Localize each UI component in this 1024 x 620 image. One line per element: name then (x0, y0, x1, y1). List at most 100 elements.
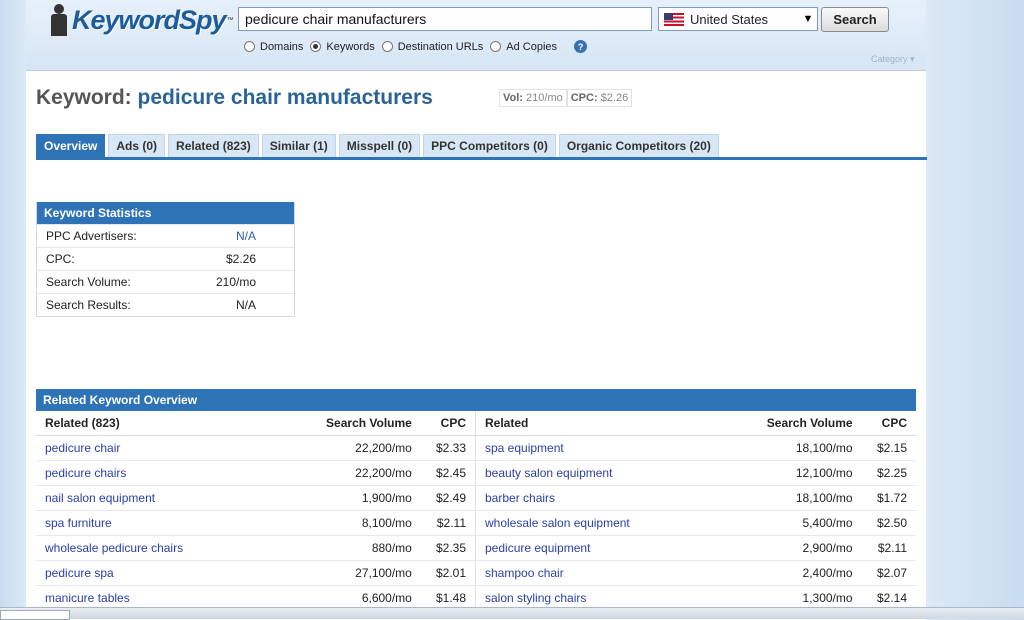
radio-label: Destination URLs (397, 40, 484, 53)
keywordspy-logo[interactable]: KeywordSpy ™ (48, 0, 234, 40)
stat-label: Search Results: (46, 298, 131, 312)
cpc-cell: $1.72 (861, 485, 916, 511)
chevron-down-icon[interactable]: ▼ (799, 13, 817, 25)
keyword-link[interactable]: nail salon equipment (36, 485, 304, 511)
keyword-statistics-panel: Keyword Statistics PPC Advertisers: N/A … (36, 202, 295, 317)
us-flag-icon (664, 12, 684, 26)
radio-dot[interactable] (310, 41, 322, 52)
stat-row: PPC Advertisers: N/A (37, 224, 294, 247)
radio-label: Domains (260, 40, 304, 53)
spy-figure-icon (48, 2, 70, 38)
stat-value: N/A (235, 298, 256, 312)
search-volume-cell: 5,400/mo (744, 510, 862, 536)
table-row: pedicure spa 27,100/mo $2.01 (36, 560, 476, 586)
keyword-link[interactable]: wholesale pedicure chairs (36, 535, 304, 561)
radio-dot[interactable] (381, 41, 393, 52)
keyword-term: pedicure chair manufacturers (137, 86, 433, 109)
tab-misspell[interactable]: Misspell (0) (338, 134, 421, 157)
table-row: shampoo chair 2,400/mo $2.07 (476, 560, 916, 586)
radio-keywords[interactable]: Keywords (310, 41, 375, 53)
status-bar-tab[interactable] (0, 610, 70, 620)
stat-row: Search Results: N/A (37, 293, 294, 316)
radio-domains[interactable]: Domains (244, 41, 303, 53)
cpc-cell: $2.35 (420, 535, 476, 561)
browser-status-bar (0, 607, 1024, 619)
search-volume-cell: 22,200/mo (304, 460, 421, 486)
search-volume-cell: 1,900/mo (304, 485, 421, 511)
table-row: pedicure chair 22,200/mo $2.33 (36, 435, 476, 461)
country-selected-value: United States (690, 11, 769, 27)
cpc-cell: $2.33 (420, 435, 476, 461)
column-header[interactable]: Search Volume (304, 411, 421, 436)
keyword-prefix: Keyword: (36, 86, 132, 109)
keyword-link[interactable]: pedicure equipment (476, 535, 744, 561)
table-row: beauty salon equipment 12,100/mo $2.25 (476, 460, 916, 486)
stat-value-link[interactable]: N/A (211, 229, 256, 243)
cpc-cell: $2.49 (420, 485, 476, 511)
logo-trademark: ™ (226, 16, 234, 24)
cpc-cell: $2.07 (861, 560, 916, 586)
search-volume-cell: 18,100/mo (744, 435, 862, 461)
cpc-cell: $2.15 (861, 435, 916, 461)
keyword-link[interactable]: spa equipment (476, 435, 744, 461)
stat-label: CPC: (46, 252, 75, 266)
radio-destination-urls[interactable]: Destination URLs (381, 40, 484, 53)
cpc-cell: $2.25 (861, 460, 916, 486)
search-type-radios: Domains Keywords Destination URLs Ad Cop… (244, 40, 588, 53)
radio-dot[interactable] (244, 41, 255, 52)
country-select[interactable]: United States ▼ (658, 7, 818, 31)
keyword-link[interactable]: spa furniture (36, 510, 304, 536)
tab-ppc-competitors[interactable]: PPC Competitors (0) (423, 134, 556, 157)
column-header[interactable]: CPC (420, 411, 476, 436)
search-volume-cell: 12,100/mo (744, 460, 862, 486)
cpc-cell: $2.45 (420, 460, 476, 486)
tab-similar[interactable]: Similar (1) (261, 134, 336, 157)
column-header[interactable]: Related (823) (36, 411, 304, 436)
search-volume-cell: 880/mo (304, 535, 421, 561)
search-button[interactable]: Search (821, 7, 889, 32)
logo-text: KeywordSpy (72, 4, 227, 35)
panel-title: Related Keyword Overview (36, 389, 916, 411)
cpc-cell: $2.11 (420, 510, 476, 536)
keyword-link[interactable]: wholesale salon equipment (476, 510, 744, 536)
tab-related[interactable]: Related (823) (168, 134, 259, 157)
cpc-badge: CPC: $2.26 (566, 89, 633, 107)
search-volume-cell: 2,400/mo (744, 560, 862, 586)
table-row: pedicure chairs 22,200/mo $2.45 (36, 460, 476, 486)
tab-underline (36, 157, 927, 160)
keyword-link[interactable]: barber chairs (476, 485, 744, 511)
column-header[interactable]: Search Volume (744, 411, 862, 436)
column-header[interactable]: Related (476, 411, 744, 436)
keyword-link[interactable]: shampoo chair (476, 560, 744, 586)
page-title: Keyword: pedicure chair manufacturers (36, 86, 433, 110)
tab-ads[interactable]: Ads (0) (108, 134, 166, 157)
related-keyword-overview: Related Keyword Overview Related (823) S… (36, 389, 916, 611)
column-header[interactable]: CPC (861, 411, 916, 436)
stat-label: PPC Advertisers: (46, 229, 137, 243)
volume-badge: Vol: 210/mo (499, 89, 567, 107)
search-input[interactable] (238, 7, 652, 31)
stat-label: Search Volume: (46, 275, 131, 289)
category-dropdown[interactable]: Category ▾ (871, 54, 915, 65)
tab-bar: Overview Ads (0) Related (823) Similar (… (36, 134, 722, 157)
tab-overview[interactable]: Overview (36, 134, 106, 157)
keyword-link[interactable]: pedicure spa (36, 560, 304, 586)
search-volume-cell: 8,100/mo (304, 510, 421, 536)
stat-row: Search Volume: 210/mo (37, 270, 294, 293)
search-volume-cell: 18,100/mo (744, 485, 862, 511)
radio-ad-copies[interactable]: Ad Copies (490, 41, 557, 53)
table-row: spa furniture 8,100/mo $2.11 (36, 510, 476, 536)
table-row: pedicure equipment 2,900/mo $2.11 (476, 535, 916, 561)
search-volume-cell: 27,100/mo (304, 560, 421, 586)
cpc-cell: $2.50 (861, 510, 916, 536)
help-icon[interactable]: ? (574, 40, 588, 53)
stat-value: 210/mo (215, 275, 256, 289)
table-row: wholesale pedicure chairs 880/mo $2.35 (36, 535, 476, 561)
keyword-link[interactable]: beauty salon equipment (476, 460, 744, 486)
keyword-link[interactable]: pedicure chair (36, 435, 304, 461)
keyword-link[interactable]: pedicure chairs (36, 460, 304, 486)
tab-organic-competitors[interactable]: Organic Competitors (20) (558, 134, 719, 157)
radio-dot[interactable] (490, 41, 502, 52)
table-row: nail salon equipment 1,900/mo $2.49 (36, 485, 476, 511)
table-row: spa equipment 18,100/mo $2.15 (476, 435, 916, 461)
